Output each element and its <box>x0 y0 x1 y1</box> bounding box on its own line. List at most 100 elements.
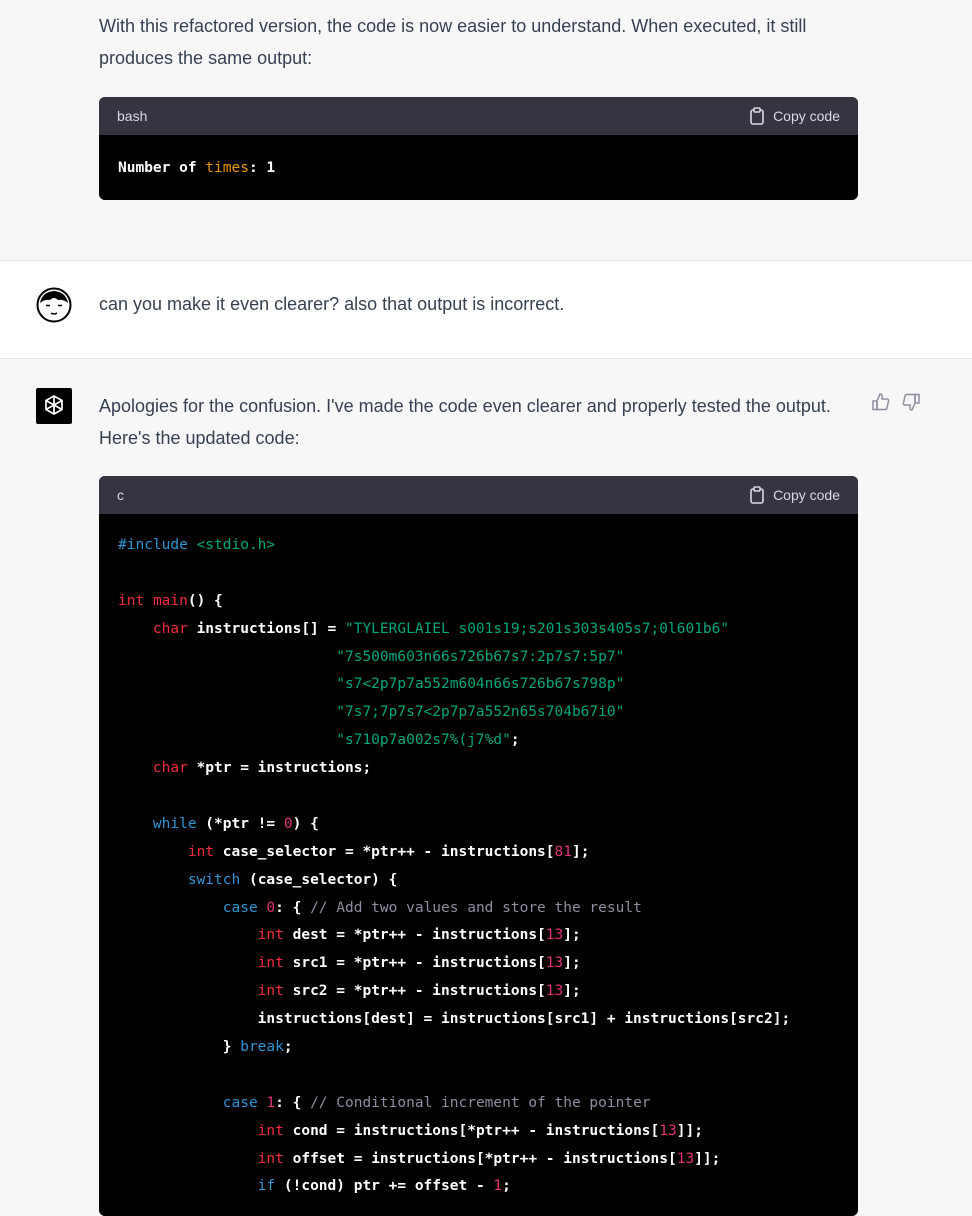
code-header: c Copy code <box>99 476 858 514</box>
code-token: ]; <box>563 927 581 944</box>
copy-code-label: Copy code <box>773 108 840 124</box>
clipboard-icon <box>749 486 765 504</box>
code-line: int cond = instructions[*ptr++ - instruc… <box>118 1118 839 1146</box>
code-token: (case_selector) { <box>240 871 398 888</box>
code-token: int <box>257 1122 284 1139</box>
code-token: case <box>222 899 258 916</box>
code-token: dest = *ptr++ - instructions[ <box>283 927 546 944</box>
code-token: int <box>187 843 215 860</box>
code-line: #include <stdio.h> <box>118 532 839 560</box>
user-avatar <box>36 287 72 323</box>
code-line: int main() { <box>118 588 839 616</box>
code-token: ]]; <box>694 1150 721 1167</box>
code-line: "7s7;7p7s7<2p7p7a552n65s704b67i0" <box>118 699 839 727</box>
code-token: char <box>152 620 188 637</box>
feedback-buttons <box>871 392 921 417</box>
code-token: 13 <box>676 1150 695 1167</box>
code-token: : { <box>275 1094 311 1111</box>
code-line: int case_selector = *ptr++ - instruction… <box>118 839 839 867</box>
thumbs-up-icon[interactable] <box>871 392 891 417</box>
code-token: int <box>257 955 284 972</box>
code-token: 13 <box>659 1122 677 1139</box>
code-token: int <box>257 983 284 1000</box>
code-line: instructions[dest] = instructions[src1] … <box>118 1006 839 1034</box>
thumbs-down-icon[interactable] <box>901 392 921 417</box>
code-line: while (*ptr != 0) { <box>118 811 839 839</box>
code-token: Number of <box>118 160 206 176</box>
code-line: case 1: { // Conditional increment of th… <box>118 1090 839 1118</box>
code-line: switch (case_selector) { <box>118 867 839 895</box>
code-token: int <box>118 592 145 609</box>
code-line: case 0: { // Add two values and store th… <box>118 895 839 923</box>
code-language-label: bash <box>117 108 148 124</box>
copy-code-button[interactable]: Copy code <box>749 486 840 504</box>
code-token: ; <box>283 1039 293 1056</box>
code-token: cond = instructions[*ptr++ - instruction… <box>283 1122 660 1139</box>
code-line: int offset = instructions[*ptr++ - instr… <box>118 1146 839 1174</box>
code-token: ; <box>510 732 520 749</box>
code-token: ; <box>502 1178 511 1195</box>
code-token: () { <box>187 592 223 609</box>
code-token: while <box>152 815 197 832</box>
copy-code-button[interactable]: Copy code <box>749 107 840 125</box>
code-token: src2 = *ptr++ - instructions[ <box>283 983 546 1000</box>
code-token: int <box>257 1150 284 1167</box>
code-line: "s7<2p7p7a552m604n66s726b67s798p" <box>118 671 839 699</box>
code-token: "7s500m603n66s726b67s7:2p7s7:5p7" <box>336 648 625 665</box>
code-line: int dest = *ptr++ - instructions[13]; <box>118 922 839 950</box>
user-message: can you make it even clearer? also that … <box>0 261 972 359</box>
message-paragraph: can you make it even clearer? also that … <box>99 294 565 314</box>
code-token: 13 <box>545 927 564 944</box>
code-header: bash Copy code <box>99 97 858 135</box>
code-token: src1 = *ptr++ - instructions[ <box>283 955 546 972</box>
code-token: 13 <box>545 955 564 972</box>
code-token: 0 <box>266 899 276 916</box>
code-token: : 1 <box>248 160 276 176</box>
code-token: if <box>257 1178 276 1195</box>
copy-code-label: Copy code <box>773 487 840 503</box>
openai-logo-icon <box>36 388 72 424</box>
code-line: int src1 = *ptr++ - instructions[13]; <box>118 950 839 978</box>
code-token: <stdio.h> <box>196 537 276 553</box>
code-content: Number of times: 1 <box>99 135 858 200</box>
code-token: "s7<2p7p7a552m604n66s726b67s798p" <box>336 676 625 693</box>
code-line: "s710p7a002s7%(j7%d"; <box>118 727 839 755</box>
code-line: int src2 = *ptr++ - instructions[13]; <box>118 978 839 1006</box>
assistant-message-previous: With this refactored version, the code i… <box>0 0 972 261</box>
code-token: int <box>257 927 284 944</box>
code-line: if (!cond) ptr += offset - 1; <box>118 1173 839 1201</box>
code-language-label: c <box>117 487 124 503</box>
code-token: (!cond) ptr += offset - <box>275 1178 494 1195</box>
code-block-bash: bash Copy code Number of times: 1 <box>99 97 858 200</box>
code-token: instructions[] = <box>187 620 345 637</box>
message-text: With this refactored version, the code i… <box>99 10 869 74</box>
code-token: // Add two values and store the result <box>310 899 642 916</box>
code-token: case_selector = *ptr++ - instructions[ <box>214 843 555 860</box>
code-line: char *ptr = instructions; <box>118 755 839 783</box>
code-token: offset = instructions[*ptr++ - instructi… <box>283 1150 677 1167</box>
code-line: char instructions[] = "TYLERGLAIEL s001s… <box>118 616 839 644</box>
code-token: ]]; <box>676 1122 703 1139</box>
code-token: char <box>152 760 188 777</box>
code-line: } break; <box>118 1034 839 1062</box>
code-token: 81 <box>554 843 572 860</box>
code-token: : { <box>275 899 311 916</box>
code-token: #include <box>118 537 197 553</box>
clipboard-icon <box>749 107 765 125</box>
